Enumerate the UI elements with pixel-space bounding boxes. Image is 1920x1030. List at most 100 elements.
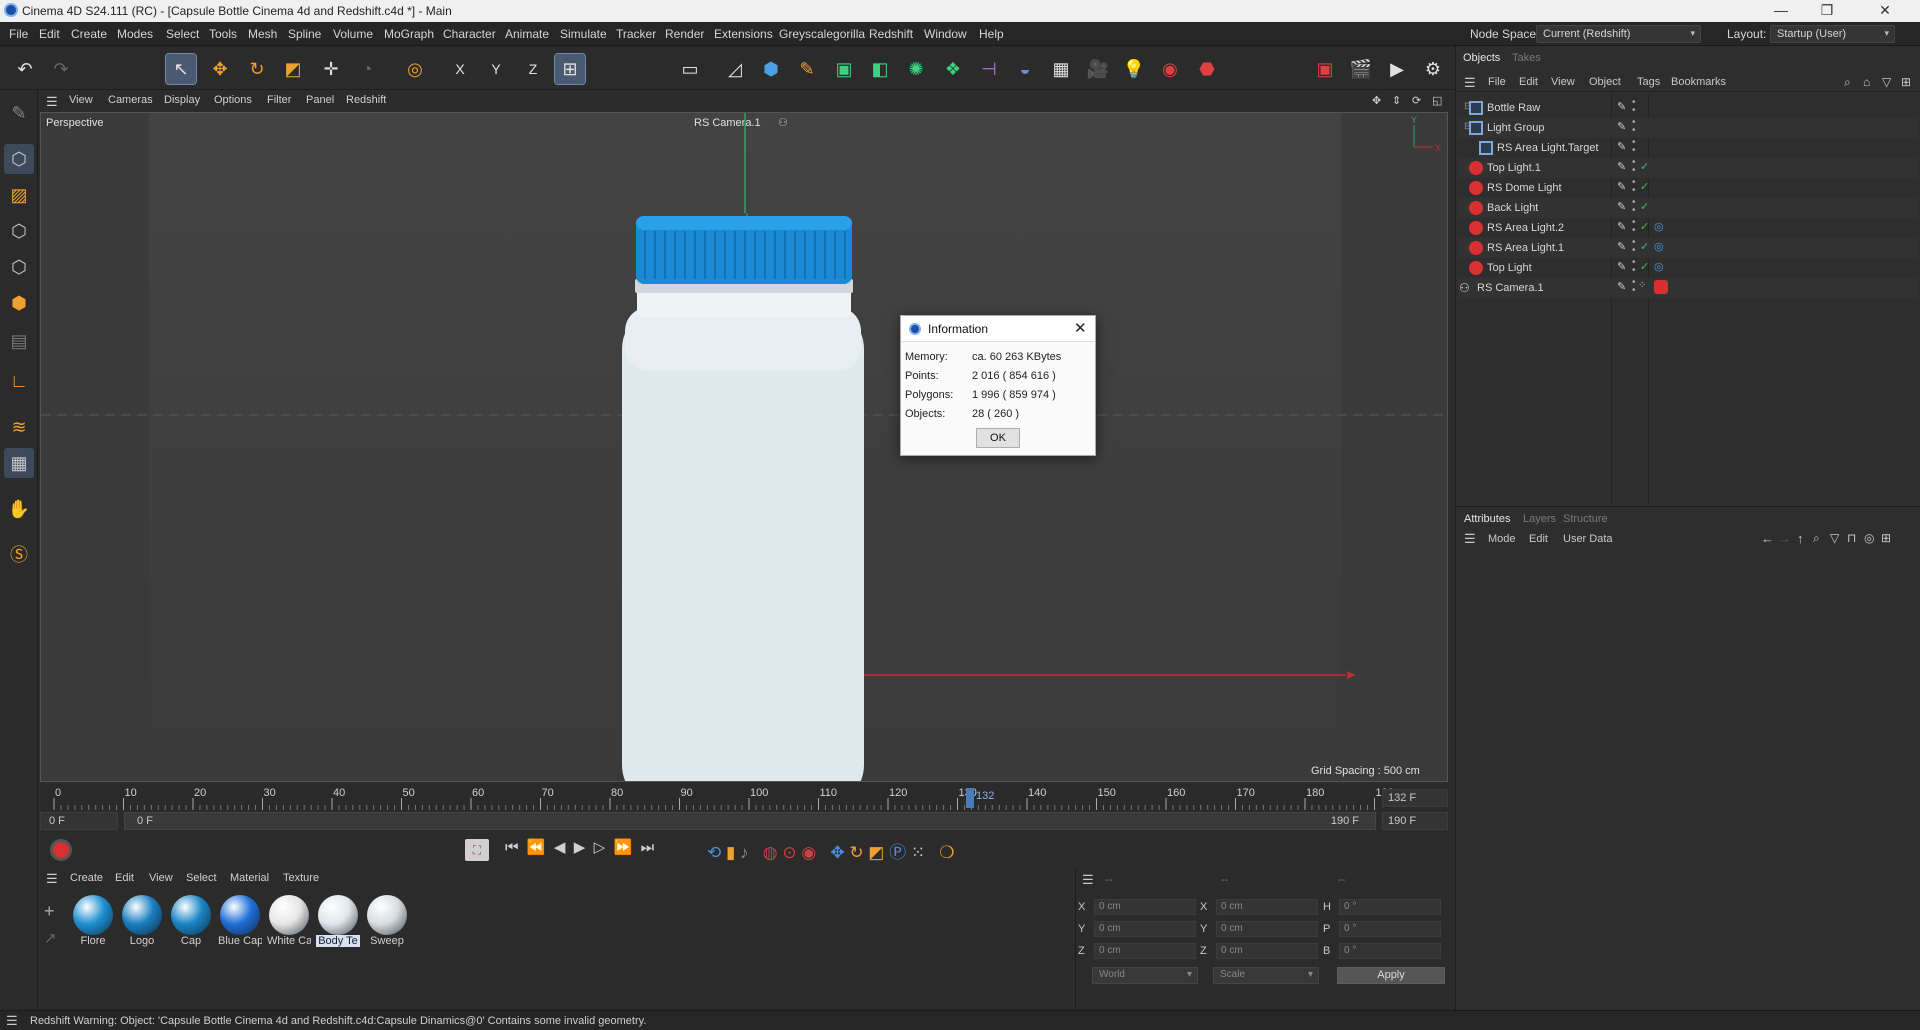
redshift-camera-tag-icon[interactable] bbox=[1654, 280, 1668, 294]
start-frame-field[interactable]: 0 F bbox=[40, 812, 118, 830]
tab-layers[interactable]: Layers bbox=[1523, 513, 1556, 525]
size-mode-select[interactable]: Scale ▾ bbox=[1213, 967, 1319, 984]
undo-icon[interactable]: ↶ bbox=[10, 54, 40, 84]
coordinate-field[interactable]: 0 cm bbox=[1216, 943, 1318, 959]
next-key-icon[interactable]: ⏩ bbox=[614, 839, 633, 856]
object-row[interactable]: Top Light.1 ✎ • • ✓ bbox=[1458, 158, 1918, 178]
lock-x-icon[interactable]: X bbox=[445, 54, 475, 84]
coordinate-system-icon[interactable]: ⊞ bbox=[554, 53, 586, 85]
viewport[interactable]: Perspective RS Camera.1 ⚇ Y X Grid Spaci… bbox=[40, 112, 1448, 782]
material-tool-icon[interactable]: ↗ bbox=[44, 929, 57, 947]
make-editable-icon[interactable]: ✎ bbox=[4, 98, 34, 128]
tab-structure[interactable]: Structure bbox=[1563, 513, 1608, 525]
search-icon[interactable]: ⌕ bbox=[1813, 531, 1820, 546]
mograph-icon[interactable]: ❖ bbox=[938, 54, 968, 84]
attr-menu-edit[interactable]: Edit bbox=[1529, 533, 1548, 545]
render-options-icon[interactable]: ⚙ bbox=[1418, 54, 1448, 84]
viewport-menu-view[interactable]: View bbox=[69, 94, 93, 106]
end-frame-field[interactable]: 190 F bbox=[1382, 812, 1448, 830]
new-window-icon[interactable]: ⊞ bbox=[1881, 531, 1891, 545]
redo-icon[interactable]: ↷ bbox=[46, 54, 76, 84]
layer-edit-icon[interactable]: ✎ bbox=[1617, 140, 1626, 153]
menu-help[interactable]: Help bbox=[979, 27, 1004, 41]
edges-mode-icon[interactable]: ⬡ bbox=[4, 252, 34, 282]
layer-edit-icon[interactable]: ✎ bbox=[1617, 220, 1626, 233]
coordinate-field[interactable]: 0 ° bbox=[1339, 921, 1441, 937]
next-frame-icon[interactable]: ▷ bbox=[594, 839, 606, 856]
back-arrow-icon[interactable]: ← bbox=[1761, 531, 1774, 546]
visibility-dots-icon[interactable]: • • bbox=[1632, 238, 1636, 256]
visibility-dots-icon[interactable]: • • bbox=[1632, 198, 1636, 216]
node-space-select[interactable]: Current (Redshift) ▾ bbox=[1536, 25, 1701, 43]
search-icon[interactable]: ⌕ bbox=[1844, 75, 1851, 90]
coordinate-field[interactable]: 0 cm bbox=[1094, 943, 1196, 959]
frame-range-slider[interactable]: 0 F 190 F bbox=[124, 812, 1376, 830]
go-to-end-icon[interactable]: ⏭ bbox=[641, 839, 655, 856]
filter-icon[interactable]: ▽ bbox=[1882, 75, 1891, 89]
timeline-ruler[interactable]: 0102030405060708090100110120130140150160… bbox=[40, 784, 1448, 812]
obj-menu-edit[interactable]: Edit bbox=[1519, 76, 1538, 88]
menu-create[interactable]: Create bbox=[71, 27, 107, 41]
menu-tools[interactable]: Tools bbox=[209, 27, 237, 41]
material-swatch[interactable]: Blue Cap bbox=[218, 893, 262, 953]
coordinate-field[interactable]: 0 cm bbox=[1094, 899, 1196, 915]
cube-icon[interactable]: ⬢ bbox=[756, 54, 786, 84]
object-row[interactable]: Top Light ✎ • • ✓ ◎ bbox=[1458, 258, 1918, 278]
menu-greyscalegorilla[interactable]: Greyscalegorilla bbox=[779, 27, 865, 41]
target-tag-icon[interactable]: ◎ bbox=[1654, 220, 1664, 233]
camera-icon[interactable]: 🎥 bbox=[1083, 54, 1113, 84]
select-tool-icon[interactable]: ↖ bbox=[165, 53, 197, 85]
tab-objects[interactable]: Objects bbox=[1463, 52, 1500, 64]
playhead[interactable] bbox=[966, 788, 974, 808]
layer-edit-icon[interactable]: ✎ bbox=[1617, 260, 1626, 273]
go-to-start-icon[interactable]: ⏮ bbox=[505, 839, 519, 856]
record-button[interactable] bbox=[50, 839, 72, 861]
tab-attributes[interactable]: Attributes bbox=[1464, 513, 1510, 525]
new-window-icon[interactable]: ⊞ bbox=[1901, 75, 1911, 89]
hamburger-icon[interactable]: ☰ bbox=[46, 94, 58, 110]
close-button[interactable]: ✕ bbox=[1850, 0, 1920, 22]
move-tool-icon[interactable]: ✥ bbox=[205, 54, 235, 84]
attr-menu-user-data[interactable]: User Data bbox=[1563, 533, 1613, 545]
dolly-icon[interactable]: ⇕ bbox=[1392, 94, 1401, 107]
menu-mesh[interactable]: Mesh bbox=[248, 27, 277, 41]
menu-modes[interactable]: Modes bbox=[117, 27, 153, 41]
sound-icon[interactable]: ♪ bbox=[740, 843, 749, 862]
filter-icon[interactable]: ▽ bbox=[1830, 531, 1839, 545]
hamburger-icon[interactable]: ☰ bbox=[6, 1013, 18, 1029]
viewport-menu-options[interactable]: Options bbox=[214, 94, 252, 106]
mat-menu-material[interactable]: Material bbox=[230, 872, 269, 884]
enabled-check-icon[interactable]: ✓ bbox=[1640, 200, 1649, 213]
material-swatch[interactable]: Sweep bbox=[365, 893, 409, 953]
coordinate-field[interactable]: 0 cm bbox=[1216, 921, 1318, 937]
tab-takes[interactable]: Takes bbox=[1512, 52, 1541, 64]
menu-spline[interactable]: Spline bbox=[288, 27, 321, 41]
menu-redshift[interactable]: Redshift bbox=[869, 27, 913, 41]
placement-tool-icon[interactable]: ◔ bbox=[352, 54, 382, 84]
key-mode-icon[interactable]: ⛶ bbox=[465, 839, 489, 861]
target-icon[interactable]: ◎ bbox=[1864, 531, 1874, 545]
camera-tag-icon[interactable]: ⁘ bbox=[1638, 280, 1646, 291]
object-row[interactable]: RS Area Light.2 ✎ • • ✓ ◎ bbox=[1458, 218, 1918, 238]
key-scale-icon[interactable]: ◩ bbox=[868, 843, 884, 862]
viewport-menu-filter[interactable]: Filter bbox=[267, 94, 291, 106]
add-material-icon[interactable]: + bbox=[44, 901, 55, 922]
mat-menu-select[interactable]: Select bbox=[186, 872, 217, 884]
enabled-check-icon[interactable]: ✓ bbox=[1640, 260, 1649, 273]
enabled-check-icon[interactable]: ✓ bbox=[1640, 220, 1649, 233]
material-swatch[interactable]: Cap bbox=[169, 893, 213, 953]
redshift-camera-icon[interactable]: ◉ bbox=[1155, 54, 1185, 84]
layout-select[interactable]: Startup (User) ▾ bbox=[1770, 25, 1895, 43]
texture-mode-icon[interactable]: ▨ bbox=[4, 180, 34, 210]
dopesheet-icon[interactable]: ❍ bbox=[939, 843, 954, 862]
axis-mode-icon[interactable]: ∟ bbox=[4, 366, 34, 396]
object-row[interactable]: RS Dome Light ✎ • • ✓ bbox=[1458, 178, 1918, 198]
autokey-icon[interactable]: ⊙ bbox=[782, 843, 796, 862]
forward-arrow-icon[interactable]: → bbox=[1778, 531, 1791, 546]
menu-tracker[interactable]: Tracker bbox=[616, 27, 656, 41]
material-swatch[interactable]: Flore bbox=[71, 893, 115, 953]
material-swatch[interactable]: White Ca bbox=[267, 893, 311, 953]
menu-simulate[interactable]: Simulate bbox=[560, 27, 607, 41]
polygons-mode-icon[interactable]: ⬢ bbox=[4, 288, 34, 318]
render-region-icon[interactable]: ▭ bbox=[675, 54, 705, 84]
